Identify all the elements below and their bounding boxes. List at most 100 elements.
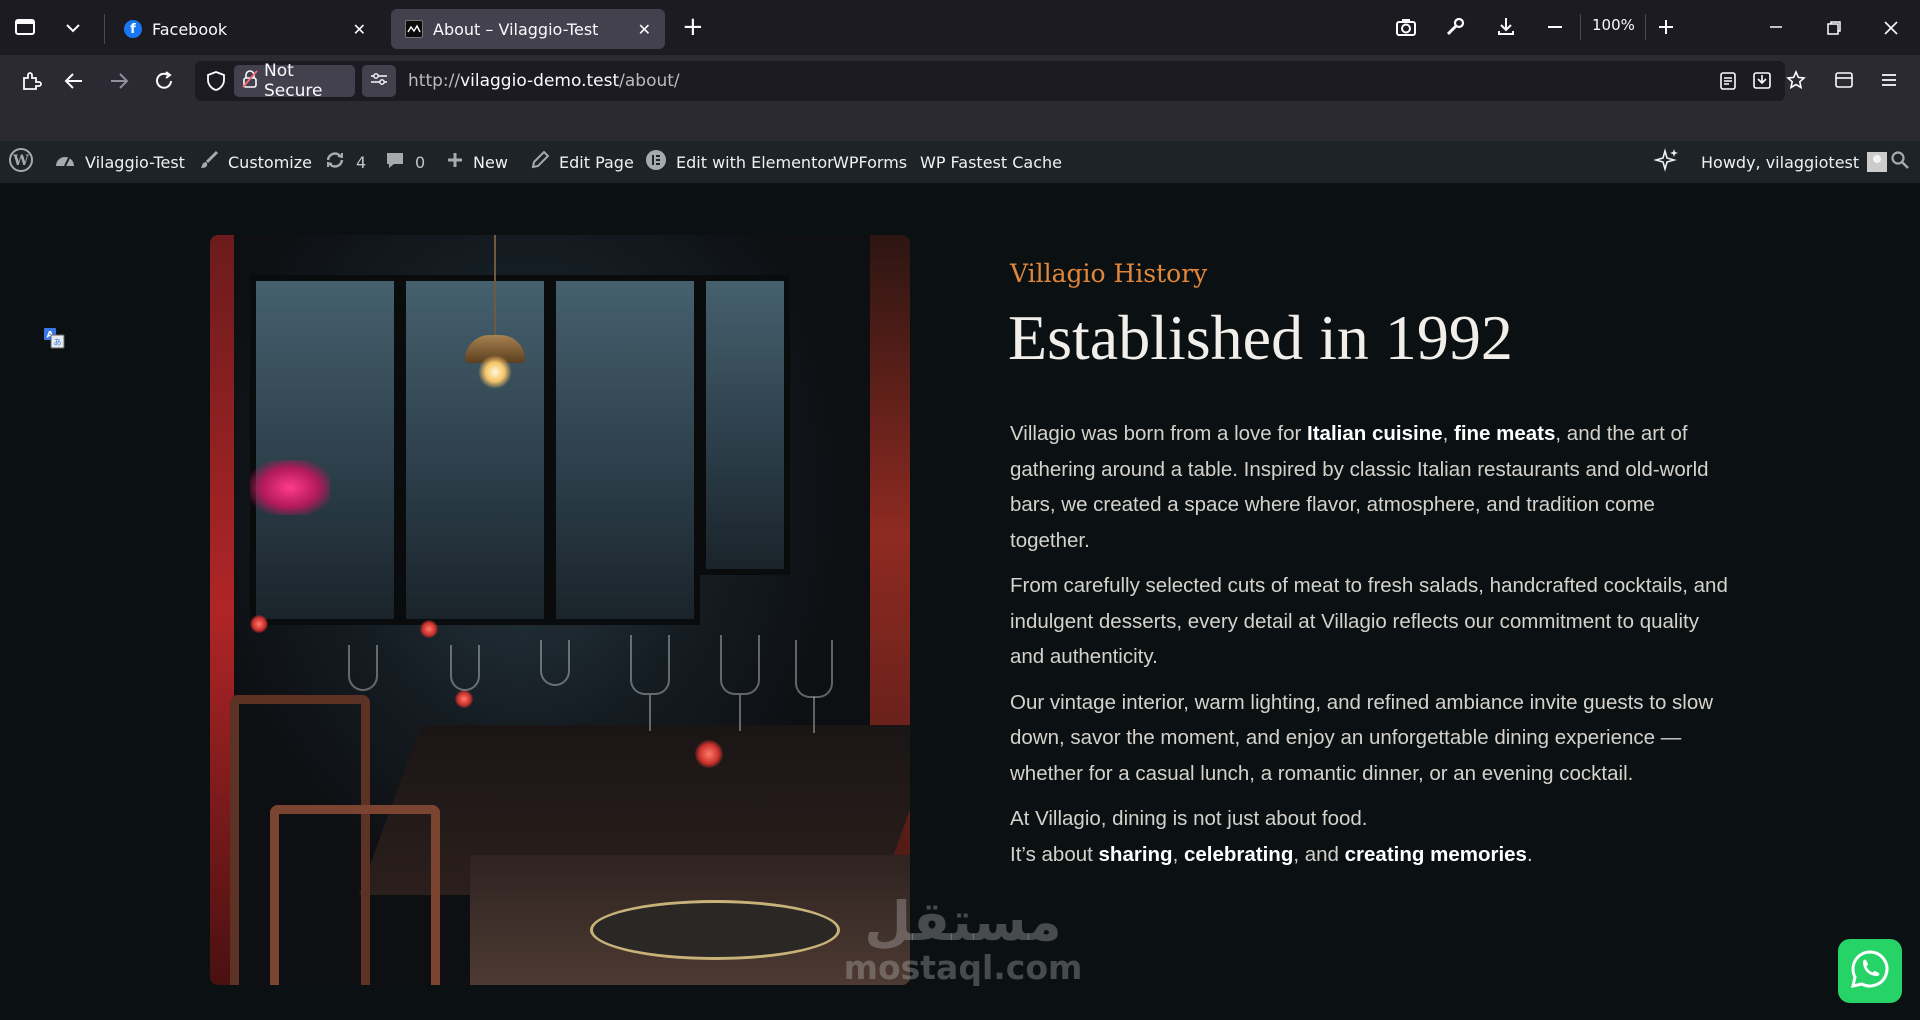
text-run: At Villagio, dining is not just about fo…: [1010, 807, 1368, 830]
svg-text:W: W: [12, 153, 29, 169]
security-label: Not Secure: [264, 61, 323, 101]
mostaql-watermark: مستقل mostaql.com: [843, 893, 1083, 985]
permissions-icon: [370, 71, 388, 91]
sidebar-icon[interactable]: [1834, 70, 1854, 94]
reader-view-icon[interactable]: [1719, 71, 1737, 95]
wine-glass: [630, 635, 670, 695]
customize-link[interactable]: Customize: [199, 141, 312, 183]
bold-text: fine meats: [1454, 422, 1556, 445]
url-text[interactable]: http://vilaggio-demo.test/about/: [408, 71, 680, 91]
page-content: Aあ Villagio History Established in 1992: [0, 183, 1920, 1020]
window-pane: [400, 275, 550, 625]
reload-icon[interactable]: [153, 70, 175, 96]
edit-page-label: Edit Page: [559, 152, 634, 172]
dashboard-icon: [54, 150, 76, 174]
tab-title: Facebook: [152, 19, 228, 39]
wp-fastest-cache-menu[interactable]: WP Fastest Cache: [920, 141, 1062, 183]
candle: [695, 740, 723, 768]
new-content-menu[interactable]: New: [446, 141, 508, 183]
bold-text: creating memories: [1344, 842, 1527, 866]
app-menu-icon[interactable]: [1880, 71, 1898, 93]
window-pane: [250, 275, 400, 625]
list-all-tabs-icon[interactable]: [64, 18, 82, 38]
zoom-out-icon[interactable]: [1546, 17, 1564, 40]
comment-icon: [385, 150, 405, 175]
about-text: Villagio was born from a love for Italia…: [1010, 416, 1730, 882]
close-tab-icon[interactable]: ✕: [638, 20, 651, 39]
whatsapp-icon: [1848, 947, 1892, 995]
bold-text: sharing: [1098, 842, 1173, 866]
new-label: New: [473, 152, 508, 172]
site-security-button[interactable]: Not Secure: [234, 61, 355, 101]
screenshot-icon[interactable]: [1395, 17, 1417, 40]
my-account-menu[interactable]: Howdy, vilaggiotest: [1701, 141, 1888, 183]
wine-glass: [720, 635, 760, 695]
wpforms-menu[interactable]: WPForms: [833, 141, 907, 183]
candle: [455, 690, 473, 708]
updates-link[interactable]: 4: [324, 141, 366, 183]
tab-facebook[interactable]: f Facebook ✕: [110, 9, 380, 49]
comments-count: 0: [415, 152, 426, 172]
zoom-level[interactable]: 100%: [1592, 18, 1635, 33]
minimize-window-icon[interactable]: [1768, 17, 1784, 40]
paragraph: Villagio was born from a love for Italia…: [1010, 416, 1730, 558]
translate-icon[interactable]: Aあ: [43, 327, 65, 349]
candle: [420, 620, 438, 638]
lamp-cord: [494, 235, 496, 335]
extensions-icon[interactable]: [20, 70, 42, 96]
bold-text: celebrating: [1183, 842, 1294, 866]
close-tab-icon[interactable]: ✕: [353, 20, 366, 39]
insecure-lock-icon: [242, 69, 258, 93]
whatsapp-button[interactable]: [1838, 939, 1902, 1003]
wrench-icon[interactable]: [1445, 17, 1465, 40]
restore-window-icon[interactable]: [1826, 19, 1842, 39]
wp-admin-bar: W Vilaggio-Test Customize 4 0 New Edit P…: [0, 141, 1920, 183]
wpforms-label: WPForms: [833, 152, 908, 172]
paragraph: Our vintage interior, warm lighting, and…: [1010, 690, 1714, 785]
new-tab-button[interactable]: +: [682, 14, 704, 40]
section-subtitle: Villagio History: [1010, 259, 1208, 288]
zoom-in-icon[interactable]: [1657, 17, 1675, 40]
edit-page-link[interactable]: Edit Page: [530, 141, 634, 183]
admin-search-button[interactable]: [1890, 141, 1910, 183]
site-permissions-button[interactable]: [362, 65, 396, 97]
site-icon: [405, 20, 423, 38]
tab-separator: [104, 14, 105, 44]
downloads-icon[interactable]: [1496, 16, 1516, 39]
edit-with-elementor-link[interactable]: Edit with Elementor: [645, 141, 834, 183]
close-window-icon[interactable]: [1883, 19, 1899, 39]
chair: [270, 805, 440, 985]
howdy-label: Howdy, vilaggiotest: [1701, 152, 1860, 172]
pencil-icon: [530, 150, 550, 175]
browser-tab-strip: f Facebook ✕ About – Vilaggio-Test ✕ + 1…: [0, 0, 1920, 55]
forward-icon[interactable]: [108, 70, 130, 96]
glass-stem: [813, 697, 815, 733]
back-icon[interactable]: [63, 70, 85, 96]
wordpress-logo-button[interactable]: W: [8, 141, 34, 183]
install-app-icon[interactable]: [1752, 70, 1772, 94]
zoom-separator: [1580, 14, 1581, 40]
ai-assistant-button[interactable]: [1653, 141, 1680, 183]
glass-stem: [649, 695, 651, 731]
url-host: vilaggio-demo.test: [460, 71, 620, 91]
toolbar-spacer: [0, 106, 1920, 141]
url-bar[interactable]: Not Secure http://vilaggio-demo.test/abo…: [195, 61, 1806, 101]
paintbrush-icon: [199, 150, 219, 175]
zoom-separator: [1645, 14, 1646, 40]
tracking-protection-icon[interactable]: [206, 70, 226, 96]
firefox-view-icon[interactable]: [14, 17, 36, 40]
window-pane: [550, 275, 700, 625]
lamp-bulb: [478, 355, 512, 389]
fastest-cache-label: WP Fastest Cache: [920, 152, 1062, 172]
paragraph: At Villagio, dining is not just about fo…: [1010, 801, 1730, 872]
tab-about[interactable]: About – Vilaggio-Test ✕: [391, 9, 665, 49]
paragraph: From carefully selected cuts of meat to …: [1010, 574, 1728, 668]
comments-link[interactable]: 0: [385, 141, 425, 183]
facebook-icon: f: [124, 20, 142, 38]
plate: [590, 900, 840, 960]
site-name-menu[interactable]: Vilaggio-Test: [54, 141, 185, 183]
window-pane: [700, 275, 790, 575]
bookmark-star-icon[interactable]: [1786, 70, 1806, 94]
updates-count: 4: [356, 152, 367, 172]
text-run: It’s about: [1010, 842, 1099, 866]
